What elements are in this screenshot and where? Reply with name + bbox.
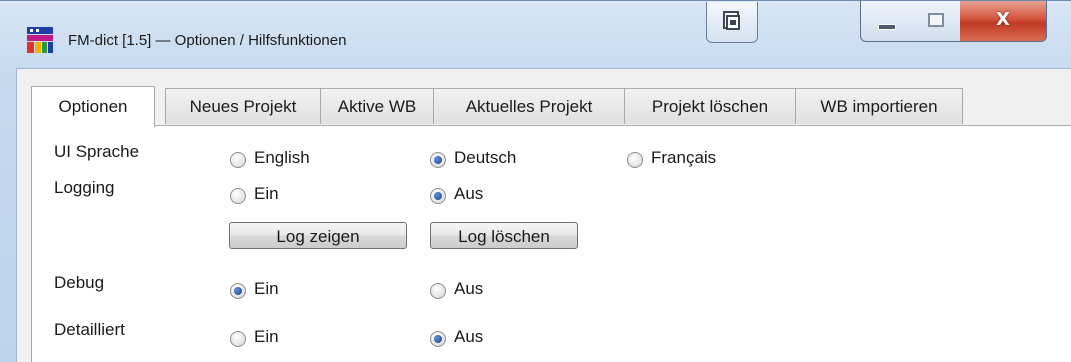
caption-buttons: X [860,1,1070,43]
minimize-icon [878,24,896,30]
debug-label: Debug [54,273,105,292]
clear-log-button[interactable]: Log löschen [430,222,578,249]
logging-label: Logging [54,178,115,197]
app-icon [27,27,53,53]
minimize-button[interactable] [860,1,912,42]
ui-language-label: UI Sprache [54,142,140,161]
detailed-label: Detailliert [54,320,125,339]
tab-wb-importieren[interactable]: WB importieren [795,88,963,124]
close-icon: X [996,9,1010,30]
maximize-icon [928,13,944,27]
options-panel: UI Sprache English Deutsch Français Logg… [31,125,1071,362]
window-switch-icon [723,11,740,30]
tab-projekt-loeschen[interactable]: Projekt löschen [624,88,796,124]
window-switch-button[interactable] [706,2,758,43]
tab-optionen[interactable]: Optionen [31,86,155,127]
app-window: FM-dict [1.5] — Optionen / Hilfsfunktion… [0,0,1071,362]
show-log-button[interactable]: Log zeigen [229,222,407,249]
close-button[interactable]: X [960,1,1047,42]
tab-neues-projekt[interactable]: Neues Projekt [165,88,321,124]
window-title: FM-dict [1.5] — Optionen / Hilfsfunktion… [68,32,347,49]
maximize-button[interactable] [910,1,961,42]
tab-aktuelles-projekt[interactable]: Aktuelles Projekt [433,88,625,124]
tab-aktive-wb[interactable]: Aktive WB [320,88,434,124]
